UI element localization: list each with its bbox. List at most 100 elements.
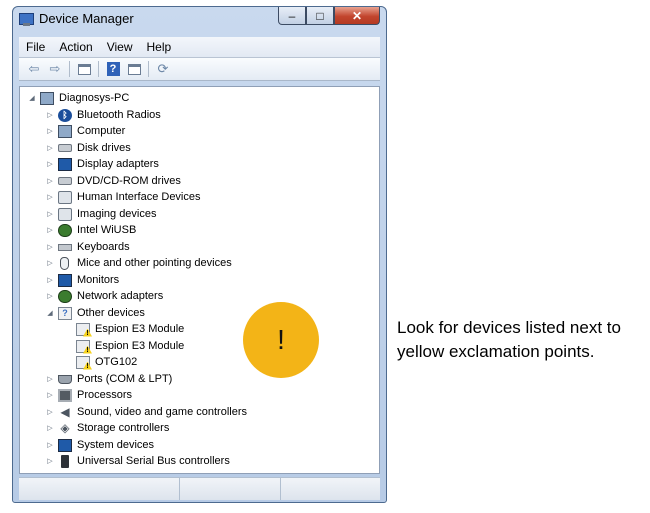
device-tree: ◢ Diagnosys-PC ▷ ᛒ Bluetooth Radios ▷ Co… (19, 86, 380, 474)
title-bar[interactable]: Device Manager – □ ✕ (13, 7, 386, 31)
system-devices-icon (58, 438, 72, 452)
tree-item-label: OTG102 (95, 356, 138, 368)
scan-hardware-icon[interactable]: ⟳ (154, 60, 172, 78)
tree-item-display-adapters[interactable]: ▷ Display adapters (46, 156, 159, 172)
expand-arrow-icon[interactable]: ▷ (46, 276, 54, 284)
tree-item-disk-drives[interactable]: ▷ Disk drives (46, 140, 131, 156)
tree-item-label: Human Interface Devices (77, 191, 201, 203)
tree-item-label: Monitors (77, 274, 120, 286)
tree-item-human-interface-devices[interactable]: ▷ Human Interface Devices (46, 189, 201, 205)
tree-item-label: Sound, video and game controllers (77, 406, 247, 418)
tree-item-label: Storage controllers (77, 422, 170, 434)
minimize-button[interactable]: – (278, 7, 306, 25)
tree-item-label: Ports (COM & LPT) (77, 373, 173, 385)
tree-item-computer[interactable]: ▷ Computer (46, 123, 125, 139)
tree-item-espion-e3-module[interactable]: Espion E3 Module (76, 321, 184, 337)
tree-item-sound-video-game[interactable]: ▷ ◀ Sound, video and game controllers (46, 404, 247, 420)
monitor-icon (58, 273, 72, 287)
menu-view[interactable]: View (100, 40, 140, 54)
expand-arrow-icon[interactable]: ▷ (46, 210, 54, 218)
tree-item-storage-controllers[interactable]: ▷ ◈ Storage controllers (46, 420, 169, 436)
keyboard-icon (58, 243, 72, 251)
display-adapter-icon (58, 157, 72, 171)
tree-item-label: Espion E3 Module (95, 340, 185, 352)
window-controls: – □ ✕ (278, 7, 380, 26)
device-manager-app-icon[interactable] (19, 13, 34, 26)
computer-icon (40, 91, 54, 105)
expand-arrow-icon[interactable]: ▷ (46, 375, 54, 383)
forward-icon[interactable]: ⇨ (46, 60, 64, 78)
device-manager-window: Device Manager – □ ✕ File Action View He… (12, 6, 387, 503)
expand-arrow-icon[interactable]: ▷ (46, 226, 54, 234)
tree-item-label: Mice and other pointing devices (77, 257, 232, 269)
collapse-arrow-icon[interactable]: ◢ (28, 94, 36, 102)
tree-item-label: Keyboards (77, 241, 130, 253)
mouse-icon (60, 256, 69, 270)
tree-item-processors[interactable]: ▷ Processors (46, 387, 132, 403)
expand-arrow-icon[interactable]: ▷ (46, 259, 54, 267)
collapse-arrow-icon[interactable]: ◢ (46, 309, 54, 317)
expand-arrow-icon[interactable]: ▷ (46, 424, 54, 432)
tree-item-dvd-drives[interactable]: ▷ DVD/CD-ROM drives (46, 173, 181, 189)
expand-arrow-icon[interactable]: ▷ (46, 457, 54, 465)
tree-item-monitors[interactable]: ▷ Monitors (46, 272, 119, 288)
tree-item-bluetooth-radios[interactable]: ▷ ᛒ Bluetooth Radios (46, 107, 161, 123)
toolbar: ⇦ ⇨ ? ⟳ (19, 58, 380, 81)
menu-action[interactable]: Action (52, 40, 99, 54)
status-pane (19, 478, 180, 500)
computer-icon (58, 124, 72, 138)
tree-item-label: System devices (77, 439, 155, 451)
tree-item-espion-e3-module[interactable]: Espion E3 Module (76, 338, 184, 354)
expand-arrow-icon[interactable]: ▷ (46, 111, 54, 119)
tree-item-label: Computer (77, 125, 126, 137)
tree-root[interactable]: ◢ Diagnosys-PC (28, 90, 129, 106)
tree-item-mice[interactable]: ▷ Mice and other pointing devices (46, 255, 232, 271)
console-tree-icon[interactable] (125, 60, 143, 78)
tree-item-keyboards[interactable]: ▷ Keyboards (46, 239, 130, 255)
imaging-icon (58, 207, 72, 221)
toolbar-separator (148, 61, 149, 77)
close-button[interactable]: ✕ (334, 7, 380, 25)
tree-item-label: DVD/CD-ROM drives (77, 175, 181, 187)
properties-pane-icon[interactable] (75, 60, 93, 78)
back-icon[interactable]: ⇦ (25, 60, 43, 78)
menu-bar: File Action View Help (19, 37, 380, 58)
expand-arrow-icon[interactable]: ▷ (46, 391, 54, 399)
sound-icon: ◀ (60, 405, 70, 419)
tree-item-otg102[interactable]: OTG102 (76, 354, 137, 370)
expand-arrow-icon[interactable]: ▷ (46, 177, 54, 185)
port-icon (58, 374, 72, 384)
warning-device-icon (76, 322, 90, 336)
expand-arrow-icon[interactable]: ▷ (46, 160, 54, 168)
expand-arrow-icon[interactable]: ▷ (46, 441, 54, 449)
tree-item-label: Universal Serial Bus controllers (77, 455, 230, 467)
menu-help[interactable]: Help (140, 40, 179, 54)
expand-arrow-icon[interactable]: ▷ (46, 144, 54, 152)
usb-wireless-icon (58, 223, 72, 237)
tree-item-label: Bluetooth Radios (77, 109, 161, 121)
expand-arrow-icon[interactable]: ▷ (46, 243, 54, 251)
help-icon[interactable]: ? (104, 60, 122, 78)
maximize-button[interactable]: □ (306, 7, 334, 25)
dvd-drive-icon (58, 177, 72, 185)
expand-arrow-icon[interactable]: ▷ (46, 408, 54, 416)
tree-item-network-adapters[interactable]: ▷ Network adapters (46, 288, 163, 304)
storage-icon: ◈ (60, 421, 70, 435)
instruction-caption: Look for devices listed next to yellow e… (397, 318, 621, 361)
expand-arrow-icon[interactable]: ▷ (46, 292, 54, 300)
tree-item-intel-wiusb[interactable]: ▷ Intel WiUSB (46, 222, 136, 238)
tree-item-ports[interactable]: ▷ Ports (COM & LPT) (46, 371, 172, 387)
tree-item-system-devices[interactable]: ▷ System devices (46, 437, 154, 453)
tree-item-label: Disk drives (77, 142, 131, 154)
tree-item-label: Other devices (77, 307, 145, 319)
tree-root-label: Diagnosys-PC (59, 92, 130, 104)
expand-arrow-icon[interactable]: ▷ (46, 193, 54, 201)
tree-item-usb-controllers[interactable]: ▷ Universal Serial Bus controllers (46, 453, 230, 469)
tree-item-other-devices[interactable]: ◢ ? Other devices (46, 305, 145, 321)
menu-file[interactable]: File (19, 40, 52, 54)
hid-icon (58, 190, 72, 204)
expand-arrow-icon[interactable]: ▷ (46, 127, 54, 135)
other-devices-icon: ? (58, 306, 72, 320)
tree-item-imaging-devices[interactable]: ▷ Imaging devices (46, 206, 157, 222)
disk-drive-icon (58, 144, 72, 152)
